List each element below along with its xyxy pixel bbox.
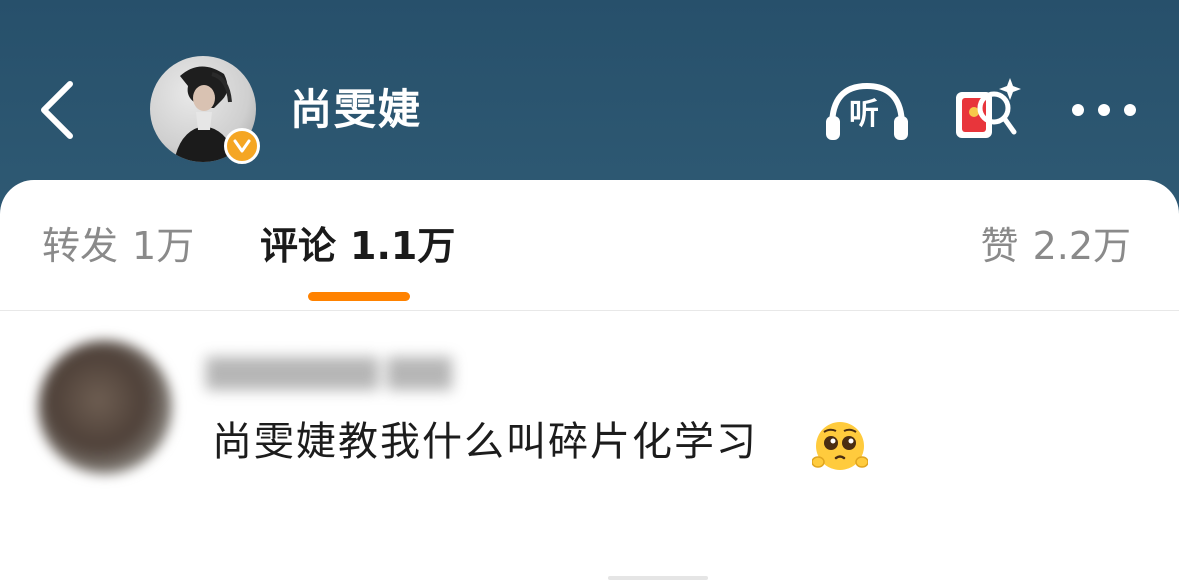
pleading-face-emoji: [812, 422, 868, 470]
tab-likes[interactable]: 赞 2.2万: [981, 222, 1131, 270]
verified-badge-icon: [224, 128, 260, 164]
user-name[interactable]: 尚雯婕: [290, 84, 422, 136]
tab-comments-count: 1.1万: [350, 224, 456, 268]
tab-bar: 转发 1万 评论 1.1万 赞 2.2万: [0, 180, 1179, 311]
more-dots-icon: [1072, 104, 1136, 116]
back-button[interactable]: [22, 72, 92, 148]
active-tab-indicator: [308, 292, 410, 301]
top-navigation-bar: 尚雯婕 听: [0, 0, 1179, 200]
tab-reposts-label: 转发: [42, 224, 119, 268]
scroll-indicator: [608, 576, 708, 580]
comments-panel: 转发 1万 评论 1.1万 赞 2.2万 ████████ ███ 尚雯婕教我什么叫碎…: [0, 180, 1179, 582]
listen-label: 听: [849, 97, 879, 132]
red-envelope-search-button[interactable]: [950, 74, 1024, 144]
tab-reposts[interactable]: 转发 1万: [42, 222, 194, 270]
comment-text: 尚雯婕教我什么叫碎片化学习: [212, 419, 758, 465]
tab-comments-label: 评论: [260, 224, 337, 268]
commenter-name-blurred[interactable]: ████████ ███: [206, 352, 506, 396]
tab-likes-label: 赞: [980, 224, 1019, 268]
tab-comments[interactable]: 评论 1.1万: [260, 222, 455, 270]
back-arrow-icon: [41, 81, 73, 139]
more-options-button[interactable]: [1068, 90, 1140, 130]
tab-likes-count: 2.2万: [1032, 224, 1131, 268]
listen-button[interactable]: 听: [822, 78, 912, 144]
red-envelope-search-icon: [956, 78, 1021, 138]
tab-reposts-count: 1万: [132, 224, 195, 268]
user-avatar[interactable]: [150, 56, 260, 166]
comment-item[interactable]: ████████ ███ 尚雯婕教我什么叫碎片化学习: [0, 330, 1179, 580]
commenter-avatar[interactable]: [38, 340, 172, 474]
